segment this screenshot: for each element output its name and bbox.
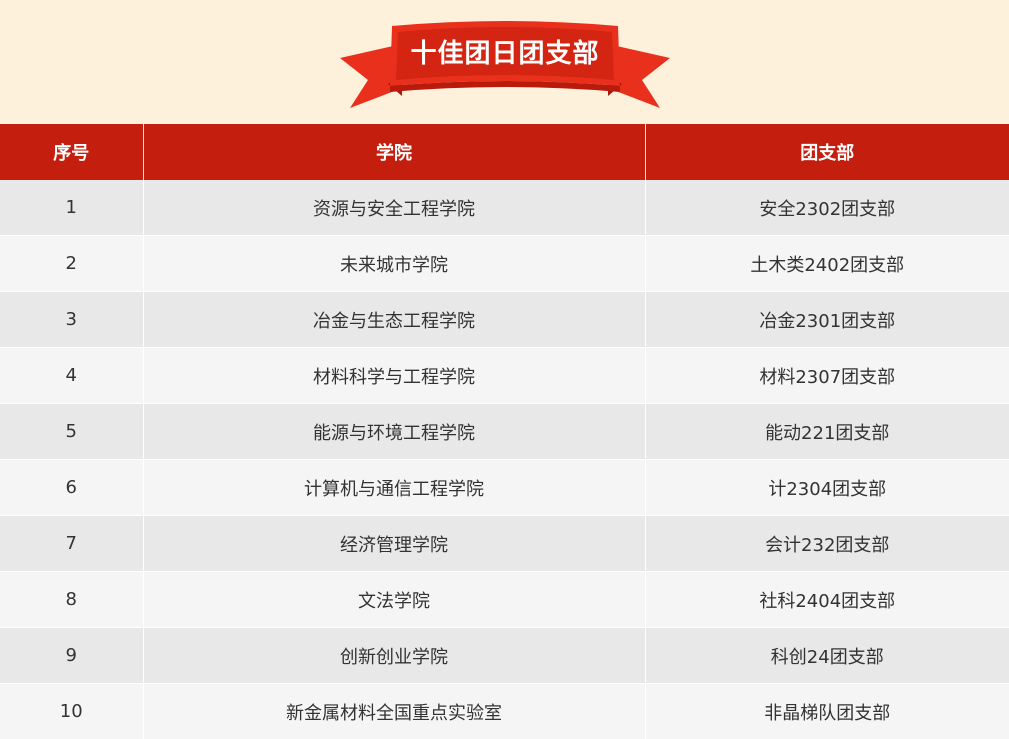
table-row: 8 文法学院 社科2404团支部 <box>0 571 1009 628</box>
table-row: 2 未来城市学院 土木类2402团支部 <box>0 235 1009 292</box>
cell-index: 8 <box>0 571 144 628</box>
cell-college: 经济管理学院 <box>143 515 646 572</box>
cell-index: 6 <box>0 459 144 516</box>
cell-college: 未来城市学院 <box>143 235 646 292</box>
page: 十佳团日团支部 序号 学院 团支部 1 资源与安全工程学院 安全2302团支部 … <box>0 0 1009 739</box>
cell-index: 3 <box>0 291 144 348</box>
table-row: 4 材料科学与工程学院 材料2307团支部 <box>0 347 1009 404</box>
cell-branch: 土木类2402团支部 <box>645 235 1009 292</box>
cell-branch: 社科2404团支部 <box>645 571 1009 628</box>
table-header-row: 序号 学院 团支部 <box>0 124 1009 180</box>
header-index: 序号 <box>0 124 144 180</box>
cell-index: 4 <box>0 347 144 404</box>
cell-college: 创新创业学院 <box>143 627 646 684</box>
cell-branch: 科创24团支部 <box>645 627 1009 684</box>
cell-branch: 冶金2301团支部 <box>645 291 1009 348</box>
table-row: 7 经济管理学院 会计232团支部 <box>0 515 1009 572</box>
table-row: 3 冶金与生态工程学院 冶金2301团支部 <box>0 291 1009 348</box>
winners-table: 序号 学院 团支部 1 资源与安全工程学院 安全2302团支部 2 未来城市学院… <box>0 124 1009 739</box>
cell-branch: 非晶梯队团支部 <box>645 683 1009 739</box>
cell-college: 冶金与生态工程学院 <box>143 291 646 348</box>
header-branch: 团支部 <box>645 124 1009 180</box>
cell-index: 9 <box>0 627 144 684</box>
cell-college: 计算机与通信工程学院 <box>143 459 646 516</box>
table-row: 1 资源与安全工程学院 安全2302团支部 <box>0 180 1009 236</box>
table-row: 9 创新创业学院 科创24团支部 <box>0 627 1009 684</box>
cell-index: 5 <box>0 403 144 460</box>
cell-branch: 安全2302团支部 <box>645 180 1009 236</box>
cell-index: 2 <box>0 235 144 292</box>
header-college: 学院 <box>143 124 646 180</box>
table-row: 10 新金属材料全国重点实验室 非晶梯队团支部 <box>0 683 1009 739</box>
table-row: 6 计算机与通信工程学院 计2304团支部 <box>0 459 1009 516</box>
cell-college: 新金属材料全国重点实验室 <box>143 683 646 739</box>
title-ribbon-banner: 十佳团日团支部 <box>330 14 680 114</box>
cell-college: 文法学院 <box>143 571 646 628</box>
cell-college: 材料科学与工程学院 <box>143 347 646 404</box>
cell-branch: 计2304团支部 <box>645 459 1009 516</box>
cell-branch: 会计232团支部 <box>645 515 1009 572</box>
cell-branch: 材料2307团支部 <box>645 347 1009 404</box>
table-row: 5 能源与环境工程学院 能动221团支部 <box>0 403 1009 460</box>
cell-index: 1 <box>0 180 144 236</box>
page-title: 十佳团日团支部 <box>410 39 600 69</box>
cell-index: 10 <box>0 683 144 739</box>
cell-college: 能源与环境工程学院 <box>143 403 646 460</box>
cell-index: 7 <box>0 515 144 572</box>
cell-college: 资源与安全工程学院 <box>143 180 646 236</box>
cell-branch: 能动221团支部 <box>645 403 1009 460</box>
